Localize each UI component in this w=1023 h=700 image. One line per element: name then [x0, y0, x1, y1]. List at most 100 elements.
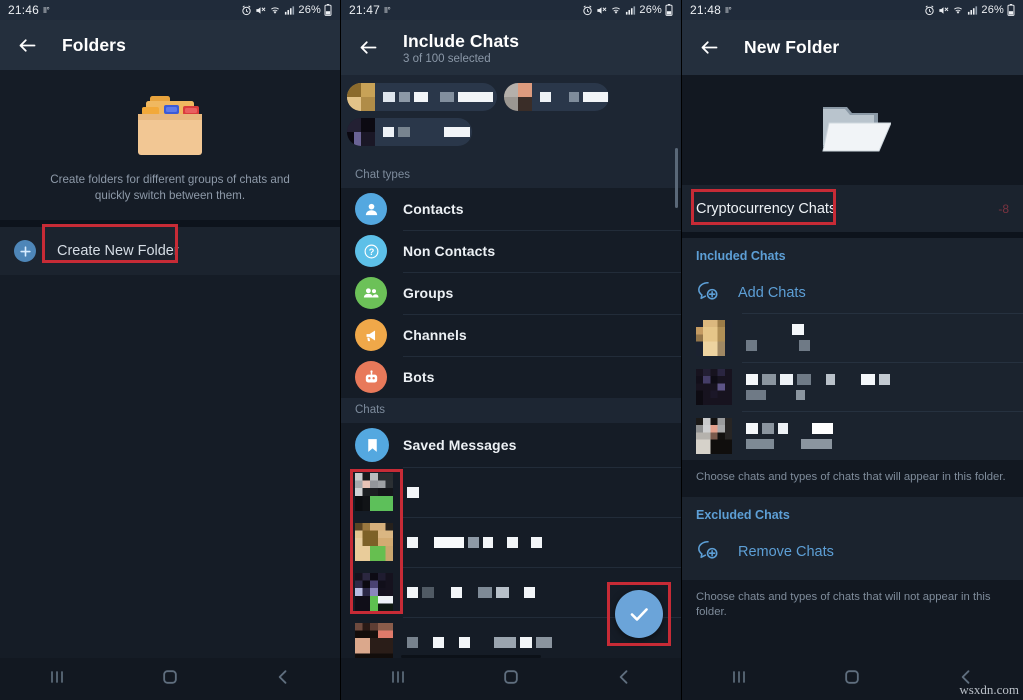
chat-type-channels[interactable]: Channels: [341, 314, 681, 356]
folders-stack-emoji: [128, 92, 212, 158]
chat-type-label: Groups: [403, 285, 454, 301]
panel-new-folder: 21:48 II° 26% New Folder Cryptocurrency …: [682, 0, 1023, 700]
mute-icon: [596, 5, 607, 16]
home-icon[interactable]: [160, 667, 180, 692]
chat-type-non-contacts[interactable]: ? Non Contacts: [341, 230, 681, 272]
section-header-chat-types: Chat types: [341, 163, 681, 188]
dual-sim-icon: II°: [43, 5, 50, 15]
home-icon[interactable]: [842, 667, 862, 692]
folders-empty-state: Create folders for different groups of c…: [0, 70, 340, 220]
battery-percent: 26%: [981, 4, 1004, 16]
status-time: 21:46: [8, 3, 40, 17]
pixelated-avatar: [355, 623, 393, 661]
back-arrow-icon[interactable]: [355, 35, 381, 61]
app-bar-folders: Folders: [0, 20, 340, 70]
recents-icon[interactable]: [47, 667, 67, 692]
status-bar-right: 26%: [582, 4, 673, 16]
recents-icon[interactable]: [388, 667, 408, 692]
excluded-chats-title: Excluded Chats: [696, 508, 790, 522]
selected-chip[interactable]: [347, 118, 472, 146]
chat-row-redacted[interactable]: [341, 467, 681, 517]
dual-sim-icon: II°: [384, 5, 391, 15]
create-new-folder-row[interactable]: Create New Folder: [0, 224, 340, 275]
alarm-icon: [924, 5, 935, 16]
watermark: wsxdn.com: [959, 682, 1019, 697]
page-title: Include Chats: [403, 30, 520, 51]
battery-percent: 26%: [298, 4, 321, 16]
battery-icon: [665, 4, 673, 16]
empty-state-description: Create folders for different groups of c…: [50, 173, 290, 202]
remove-chats-row[interactable]: Remove Chats: [682, 532, 1023, 572]
pixelated-avatar: [355, 573, 393, 611]
included-chat-row[interactable]: [682, 313, 1023, 362]
panel-folders: 21:46 II° 26% Folders Create folders for…: [0, 0, 341, 700]
redacted-chat-text: [746, 422, 833, 449]
open-folder-emoji: [815, 97, 892, 164]
back-icon[interactable]: [273, 667, 293, 692]
android-nav-bar: [341, 658, 681, 700]
chip-row: [347, 118, 675, 146]
chip-row: [347, 83, 675, 111]
redacted-chip-label: [383, 127, 472, 137]
robot-icon: [355, 361, 387, 393]
chat-plus-icon: [696, 280, 720, 307]
chat-row-redacted[interactable]: [341, 517, 681, 567]
chat-saved-messages[interactable]: Saved Messages: [341, 423, 681, 467]
signal-icon: [625, 5, 636, 16]
included-chat-row[interactable]: [682, 411, 1023, 460]
status-bar-left: 21:47 II°: [349, 3, 391, 17]
selected-chat-chips: [341, 75, 681, 163]
included-chats-section: Included Chats Add Chats: [682, 238, 1023, 460]
chat-type-label: Non Contacts: [403, 243, 496, 259]
included-chats-title: Included Chats: [696, 249, 786, 263]
selected-chip[interactable]: [504, 83, 609, 111]
folder-name-field-row[interactable]: Cryptocurrency Chats -8: [682, 185, 1023, 232]
chat-label: Saved Messages: [403, 437, 517, 453]
add-chats-row[interactable]: Add Chats: [682, 273, 1023, 313]
status-bar-right: 26%: [924, 4, 1015, 16]
plus-circle-icon: [14, 240, 36, 262]
wifi-icon: [269, 5, 281, 16]
divider: [0, 220, 340, 227]
status-bar-left: 21:46 II°: [8, 3, 50, 17]
pixelated-avatar: [696, 368, 732, 405]
status-time: 21:47: [349, 3, 381, 17]
signal-icon: [967, 5, 978, 16]
back-arrow-icon[interactable]: [14, 32, 40, 58]
alarm-icon: [241, 5, 252, 16]
panel-include-chats: 21:47 II° 26% Include Chats 3 of 100 sel…: [341, 0, 682, 700]
vertical-scrollbar[interactable]: [675, 148, 678, 208]
app-bar-new-folder: New Folder: [682, 20, 1023, 75]
app-bar-text-group: Folders: [62, 35, 126, 56]
folder-name-input[interactable]: Cryptocurrency Chats: [696, 201, 836, 217]
chat-types-list: Contacts ? Non Contacts Groups Channels: [341, 188, 681, 398]
status-bar: 21:46 II° 26%: [0, 0, 340, 20]
redacted-chat-text: [746, 324, 810, 351]
home-icon[interactable]: [501, 667, 521, 692]
page-title: Folders: [62, 34, 126, 55]
recents-icon[interactable]: [729, 667, 749, 692]
redacted-chip-label: [540, 92, 608, 102]
pixelated-avatar: [355, 523, 393, 561]
battery-percent: 26%: [639, 4, 662, 16]
svg-text:?: ?: [368, 247, 374, 257]
chat-type-groups[interactable]: Groups: [341, 272, 681, 314]
included-chat-row[interactable]: [682, 362, 1023, 411]
battery-icon: [324, 4, 332, 16]
pixelated-avatar: [696, 417, 732, 454]
alarm-icon: [582, 5, 593, 16]
mute-icon: [938, 5, 949, 16]
status-bar-left: 21:48 II°: [690, 3, 732, 17]
redacted-chat-text: [407, 636, 552, 648]
selected-chip[interactable]: [347, 83, 497, 111]
excluded-chats-section: Excluded Chats Remove Chats: [682, 497, 1023, 580]
group-people-icon: [355, 277, 387, 309]
remove-chats-label: Remove Chats: [738, 544, 834, 560]
chat-plus-icon: [696, 539, 720, 566]
confirm-selection-fab[interactable]: [615, 590, 663, 638]
chat-type-contacts[interactable]: Contacts: [341, 188, 681, 230]
chat-type-bots[interactable]: Bots: [341, 356, 681, 398]
bookmark-icon: [355, 428, 389, 462]
back-arrow-icon[interactable]: [696, 35, 722, 61]
back-icon[interactable]: [614, 667, 634, 692]
